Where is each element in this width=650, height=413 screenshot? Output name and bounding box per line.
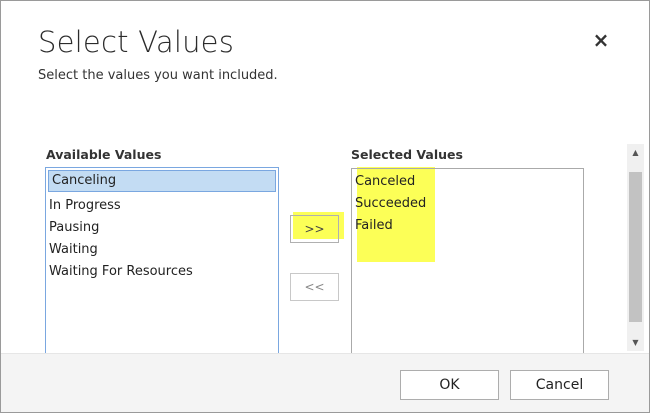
list-item[interactable]: Failed bbox=[352, 215, 583, 237]
dialog-title: Select Values bbox=[38, 25, 235, 59]
list-item[interactable]: Pausing bbox=[46, 217, 278, 239]
list-item[interactable]: Canceled bbox=[352, 171, 583, 193]
available-values-list[interactable]: Canceling In Progress Pausing Waiting Wa… bbox=[45, 167, 279, 357]
add-button[interactable]: >> bbox=[290, 215, 339, 243]
list-item[interactable]: Waiting For Resources bbox=[46, 261, 278, 283]
scroll-thumb[interactable] bbox=[629, 172, 642, 322]
ok-button[interactable]: OK bbox=[400, 370, 499, 400]
list-item[interactable]: Canceling bbox=[48, 170, 276, 192]
list-item[interactable]: In Progress bbox=[46, 195, 278, 217]
cancel-button[interactable]: Cancel bbox=[510, 370, 609, 400]
close-icon[interactable]: × bbox=[590, 29, 612, 51]
select-values-dialog: Select Values Select the values you want… bbox=[0, 0, 650, 413]
selected-values-label: Selected Values bbox=[351, 147, 463, 162]
scroll-up-icon[interactable]: ▲ bbox=[627, 144, 644, 161]
list-item[interactable]: Waiting bbox=[46, 239, 278, 261]
dialog-subtitle: Select the values you want included. bbox=[38, 68, 278, 83]
available-values-label: Available Values bbox=[46, 147, 162, 162]
dialog-footer: OK Cancel bbox=[1, 353, 649, 412]
scroll-down-icon[interactable]: ▼ bbox=[627, 334, 644, 351]
remove-button[interactable]: << bbox=[290, 273, 339, 301]
selected-values-list[interactable]: Canceled Succeeded Failed bbox=[351, 168, 584, 358]
list-item[interactable]: Succeeded bbox=[352, 193, 583, 215]
vertical-scrollbar[interactable]: ▲ ▼ bbox=[627, 144, 644, 351]
